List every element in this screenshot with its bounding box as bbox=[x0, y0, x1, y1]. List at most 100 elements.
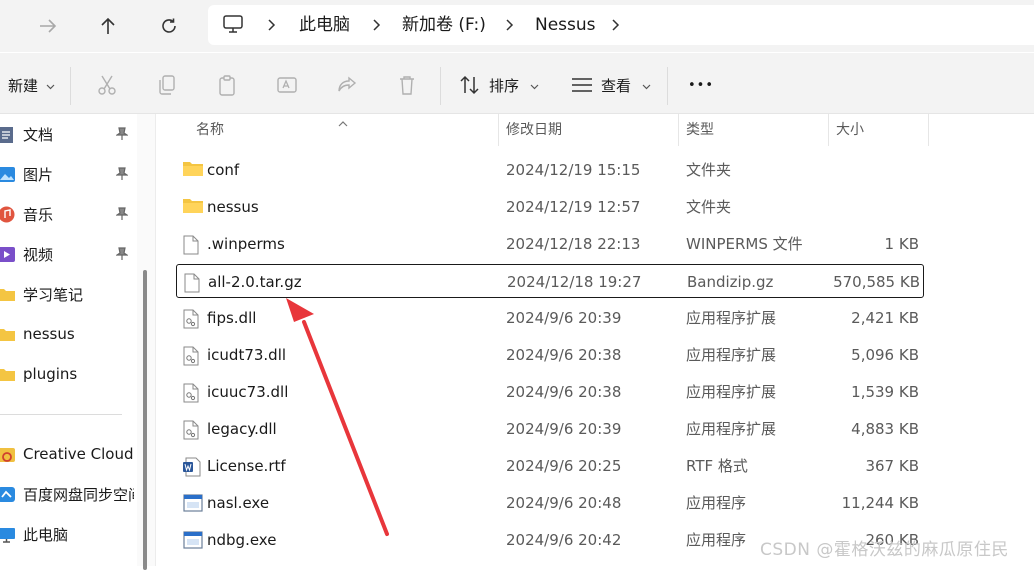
file-type: 应用程序 bbox=[686, 494, 747, 512]
file-modified: 2024/9/6 20:38 bbox=[506, 383, 622, 401]
column-divider[interactable] bbox=[928, 114, 929, 146]
file-name[interactable]: License.rtf bbox=[207, 449, 286, 483]
pin-icon[interactable] bbox=[115, 207, 129, 225]
sidebar-item-plugins[interactable]: plugins bbox=[0, 354, 134, 394]
sidebar-item-pictures[interactable]: 图片 bbox=[0, 154, 134, 194]
file-name[interactable]: ndbg.exe bbox=[207, 523, 276, 557]
pin-icon[interactable] bbox=[115, 247, 129, 265]
sidebar-item-label: 图片 bbox=[23, 165, 54, 184]
file-size: 570,585 KB bbox=[833, 273, 920, 291]
breadcrumb[interactable]: 此电脑 新加卷 (F:) Nessus bbox=[208, 5, 1034, 45]
folder-icon bbox=[183, 198, 203, 216]
new-button[interactable]: 新建 bbox=[8, 53, 55, 119]
file-size bbox=[776, 190, 919, 224]
sidebar-item-study-notes[interactable]: 学习笔记 bbox=[0, 274, 134, 314]
file-modified: 2024/9/6 20:48 bbox=[506, 494, 622, 512]
cut-icon[interactable] bbox=[95, 73, 119, 97]
sidebar-item-creative-cloud[interactable]: Creative Cloud bbox=[0, 434, 134, 474]
column-header-name[interactable]: 名称 bbox=[196, 114, 224, 146]
column-divider[interactable] bbox=[498, 114, 499, 146]
chevron-right-icon[interactable] bbox=[612, 5, 620, 45]
file-modified: 2024/12/18 22:13 bbox=[506, 235, 641, 253]
breadcrumb-this-pc[interactable]: 此电脑 bbox=[299, 5, 350, 45]
view-label: 查看 bbox=[601, 77, 632, 95]
chevron-down-icon bbox=[46, 84, 55, 89]
sidebar-item-videos[interactable]: 视频 bbox=[0, 234, 134, 274]
column-header-size[interactable]: 大小 bbox=[836, 114, 864, 146]
sidebar-item-this-pc[interactable]: 此电脑 bbox=[0, 514, 134, 554]
address-bar: 此电脑 新加卷 (F:) Nessus bbox=[0, 0, 1034, 52]
view-icon[interactable] bbox=[570, 73, 594, 97]
file-modified: 2024/9/6 20:42 bbox=[506, 531, 622, 549]
file-row[interactable]: conf 2024/12/19 15:15 文件夹 bbox=[176, 153, 924, 187]
chevron-right-icon[interactable] bbox=[506, 5, 514, 45]
column-header-modified[interactable]: 修改日期 bbox=[506, 114, 562, 146]
breadcrumb-drive-f[interactable]: 新加卷 (F:) bbox=[402, 5, 486, 45]
sidebar-item-baidu-netdisk[interactable]: 百度网盘同步空间 bbox=[0, 474, 134, 514]
file-size bbox=[776, 153, 919, 187]
computer-icon[interactable] bbox=[222, 14, 244, 38]
file-icon bbox=[183, 235, 201, 255]
file-name[interactable]: all-2.0.tar.gz bbox=[208, 265, 302, 299]
more-options-button[interactable]: ••• bbox=[688, 53, 714, 119]
refresh-button[interactable] bbox=[151, 8, 187, 44]
view-button[interactable]: 查看 bbox=[601, 53, 651, 119]
divider bbox=[70, 67, 71, 105]
file-name[interactable]: conf bbox=[207, 153, 239, 187]
sidebar-scrollbar-thumb[interactable] bbox=[143, 270, 147, 570]
sidebar-item-music[interactable]: 音乐 bbox=[0, 194, 134, 234]
rename-icon[interactable] bbox=[275, 73, 299, 97]
file-row[interactable]: License.rtf 2024/9/6 20:25 RTF 格式 367 KB bbox=[176, 449, 924, 483]
file-row[interactable]: fips.dll 2024/9/6 20:39 应用程序扩展 2,421 KB bbox=[176, 301, 924, 335]
breadcrumb-nessus[interactable]: Nessus bbox=[535, 5, 596, 45]
file-name[interactable]: fips.dll bbox=[207, 301, 256, 335]
pin-icon[interactable] bbox=[115, 167, 129, 185]
file-name[interactable]: nessus bbox=[207, 190, 259, 224]
chevron-right-icon[interactable] bbox=[373, 5, 381, 45]
video-icon bbox=[0, 246, 15, 263]
chevron-down-icon bbox=[642, 84, 651, 89]
delete-icon[interactable] bbox=[395, 73, 419, 97]
share-icon[interactable] bbox=[335, 73, 359, 97]
file-size: 1 KB bbox=[884, 235, 919, 253]
exe-icon bbox=[183, 531, 203, 549]
file-modified: 2024/12/18 19:27 bbox=[507, 273, 642, 291]
sidebar-item-documents[interactable]: 文档 bbox=[0, 114, 134, 154]
exe-icon bbox=[183, 494, 203, 512]
column-divider[interactable] bbox=[828, 114, 829, 146]
computer-icon bbox=[0, 526, 15, 543]
pin-icon[interactable] bbox=[115, 127, 129, 145]
paste-icon[interactable] bbox=[215, 73, 239, 97]
file-modified: 2024/12/19 15:15 bbox=[506, 161, 641, 179]
file-row[interactable]: nessus 2024/12/19 12:57 文件夹 bbox=[176, 190, 924, 224]
dll-icon bbox=[183, 309, 201, 329]
sort-label: 排序 bbox=[489, 77, 520, 95]
sidebar-item-label: 此电脑 bbox=[23, 525, 69, 544]
chevron-right-icon[interactable] bbox=[268, 5, 276, 45]
folder-icon bbox=[0, 286, 15, 303]
file-row[interactable]: legacy.dll 2024/9/6 20:39 应用程序扩展 4,883 KB bbox=[176, 412, 924, 446]
up-button[interactable] bbox=[90, 8, 126, 44]
arrow-up-icon bbox=[101, 17, 115, 34]
dll-icon bbox=[183, 420, 201, 440]
sidebar-item-nessus[interactable]: nessus bbox=[0, 314, 134, 354]
file-name[interactable]: .winperms bbox=[207, 227, 285, 261]
file-row[interactable]: nasl.exe 2024/9/6 20:48 应用程序 11,244 KB bbox=[176, 486, 924, 520]
file-name[interactable]: icuuc73.dll bbox=[207, 375, 288, 409]
column-header-type[interactable]: 类型 bbox=[686, 114, 714, 146]
file-row[interactable]: .winperms 2024/12/18 22:13 WINPERMS 文件 1 KB bbox=[176, 227, 924, 261]
copy-icon[interactable] bbox=[155, 73, 179, 97]
file-name[interactable]: legacy.dll bbox=[207, 412, 277, 446]
sort-icon[interactable] bbox=[458, 73, 482, 97]
file-row[interactable]: icudt73.dll 2024/9/6 20:38 应用程序扩展 5,096 KB bbox=[176, 338, 924, 372]
sidebar-item-label: 视频 bbox=[23, 245, 54, 264]
file-type: 应用程序扩展 bbox=[686, 309, 777, 327]
column-divider[interactable] bbox=[678, 114, 679, 146]
file-row[interactable]: all-2.0.tar.gz 2024/12/18 19:27 Bandizip.g… bbox=[176, 264, 924, 298]
file-name[interactable]: nasl.exe bbox=[207, 486, 269, 520]
watermark: CSDN @霍格沃兹的麻瓜原住民 bbox=[760, 540, 1009, 560]
file-row[interactable]: icuuc73.dll 2024/9/6 20:38 应用程序扩展 1,539 KB bbox=[176, 375, 924, 409]
file-name[interactable]: icudt73.dll bbox=[207, 338, 286, 372]
sort-button[interactable]: 排序 bbox=[489, 53, 539, 119]
forward-button[interactable] bbox=[30, 8, 66, 44]
